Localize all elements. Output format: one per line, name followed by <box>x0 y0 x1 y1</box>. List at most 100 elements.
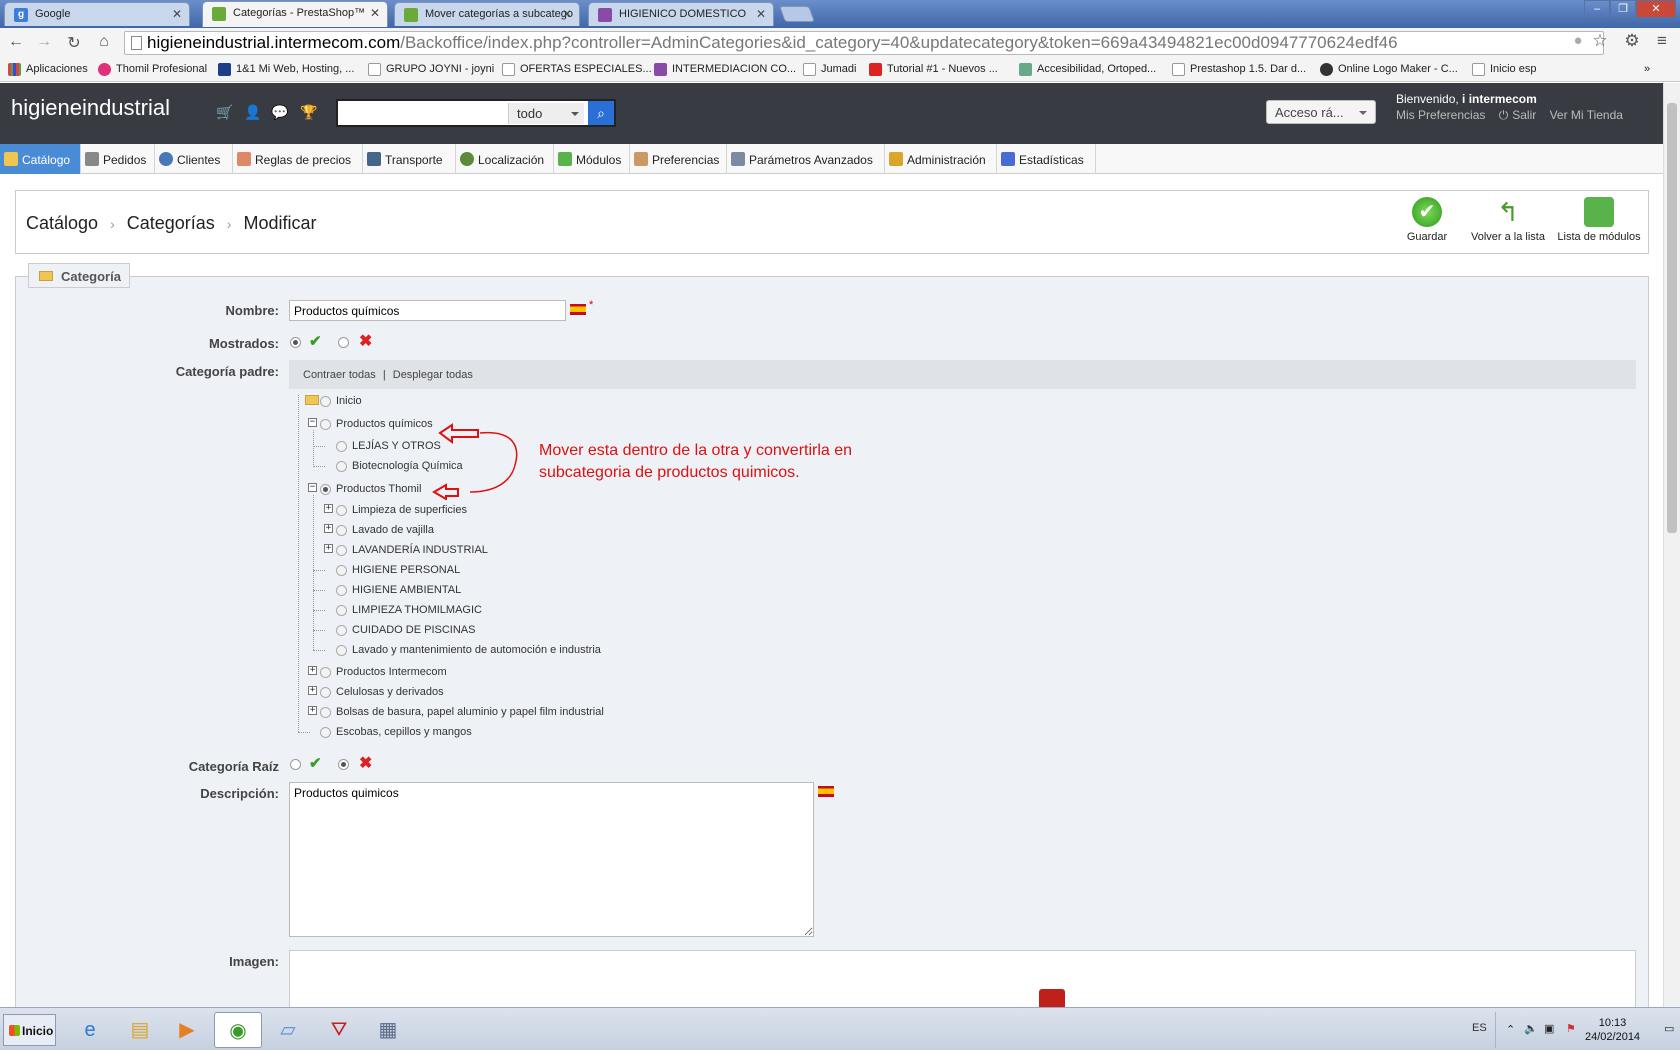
bookmark-item[interactable]: 1&1 Mi Web, Hosting, ... <box>218 63 354 76</box>
close-tab-icon[interactable]: ✕ <box>756 7 766 21</box>
expand-icon[interactable]: + <box>308 706 317 715</box>
displayed-no-radio[interactable] <box>338 337 349 348</box>
tree-radio[interactable] <box>336 525 347 536</box>
tree-radio[interactable] <box>320 667 331 678</box>
expand-all-link[interactable]: Desplegar todas <box>393 369 473 381</box>
action-center-icon[interactable]: ⚑ <box>1566 1022 1576 1035</box>
bookmark-item[interactable]: INTERMEDIACION CO... <box>654 63 796 76</box>
bookmark-item[interactable]: Accesibilidad, Ortoped... <box>1019 63 1156 76</box>
bookmark-item[interactable]: Prestashop 1.5. Dar d... <box>1172 63 1306 76</box>
menu-pedidos[interactable]: Pedidos <box>81 144 155 174</box>
view-shop-link[interactable]: Ver Mi Tienda <box>1550 108 1623 122</box>
tree-radio[interactable] <box>320 707 331 718</box>
logout-link[interactable]: Salir <box>1512 108 1536 122</box>
tree-radio[interactable] <box>336 625 347 636</box>
bookmark-item[interactable]: Jumadi <box>803 63 856 76</box>
menu-administracion[interactable]: Administración <box>885 144 997 174</box>
tree-radio[interactable] <box>336 505 347 516</box>
bookmark-item[interactable]: GRUPO JOYNI - joyni <box>368 63 494 76</box>
bookmark-item[interactable]: OFERTAS ESPECIALES... <box>502 63 652 76</box>
close-tab-icon[interactable]: ✕ <box>562 7 572 21</box>
cart-icon[interactable]: 🛒 <box>216 104 233 121</box>
breadcrumb-item[interactable]: Catálogo <box>26 213 98 233</box>
page-scrollbar[interactable] <box>1663 83 1680 1007</box>
tree-node[interactable]: HIGIENE PERSONAL <box>336 564 460 576</box>
show-hidden-icons-icon[interactable]: ⌃ <box>1506 1023 1515 1036</box>
extension-icon[interactable]: ● <box>1568 32 1588 49</box>
start-button[interactable]: Inicio <box>3 1014 56 1046</box>
tree-radio[interactable] <box>336 565 347 576</box>
minimize-button[interactable]: – <box>1584 0 1610 18</box>
bookmark-item[interactable]: Tutorial #1 - Nuevos ... <box>869 63 998 76</box>
description-textarea[interactable]: Productos quimicos <box>289 782 814 937</box>
displayed-yes-radio[interactable] <box>290 337 301 348</box>
name-input[interactable] <box>289 300 566 321</box>
collapse-all-link[interactable]: Contraer todas <box>303 369 376 381</box>
menu-transporte[interactable]: Transporte <box>363 144 456 174</box>
root-no-radio[interactable] <box>338 759 349 770</box>
back-to-list-button[interactable]: ↰ Volver a la lista <box>1465 197 1551 243</box>
tree-node[interactable]: Productos químicos <box>320 418 433 430</box>
calculator-icon[interactable]: ▦ <box>364 1012 412 1048</box>
internet-explorer-icon[interactable]: e <box>66 1012 114 1048</box>
root-yes-radio[interactable] <box>290 759 301 770</box>
bookmark-item[interactable]: Online Logo Maker - C... <box>1320 63 1458 76</box>
tree-node[interactable]: Inicio <box>320 395 362 407</box>
tab-higienico[interactable]: HIGIENICO DOMESTICO ✕ <box>588 2 774 26</box>
tree-radio[interactable] <box>336 441 347 452</box>
volume-icon[interactable]: 🔈 <box>1524 1022 1538 1035</box>
file-explorer-icon[interactable]: ▤ <box>116 1012 164 1048</box>
close-window-button[interactable]: ✕ <box>1636 0 1676 18</box>
tree-radio-selected[interactable] <box>320 484 331 495</box>
tree-node[interactable]: Bolsas de basura, papel aluminio y papel… <box>320 706 604 718</box>
reload-icon[interactable]: ↻ <box>64 33 84 53</box>
save-button[interactable]: ✔ Guardar <box>1397 197 1457 243</box>
bookmark-item[interactable]: Thomil Profesional <box>98 63 207 76</box>
bookmarks-overflow[interactable]: » <box>1644 63 1650 75</box>
shop-name[interactable]: higieneindustrial <box>11 95 170 121</box>
menu-modulos[interactable]: Módulos <box>554 144 630 174</box>
tree-node[interactable]: Celulosas y derivados <box>320 686 444 698</box>
expand-icon[interactable]: + <box>308 686 317 695</box>
menu-clientes[interactable]: Clientes <box>155 144 233 174</box>
maximize-button[interactable]: ❐ <box>1610 0 1636 18</box>
spain-flag-icon[interactable] <box>570 304 586 315</box>
menu-localizacion[interactable]: Localización <box>456 144 554 174</box>
tree-radio[interactable] <box>336 605 347 616</box>
tree-node[interactable]: Productos Intermecom <box>320 666 447 678</box>
bookmark-apps[interactable]: Aplicaciones <box>8 63 88 76</box>
back-arrow-icon[interactable]: ← <box>6 33 26 51</box>
customers-icon[interactable]: 👤 <box>244 104 261 121</box>
tab-mover-categorias[interactable]: Mover categorías a subcatego ✕ <box>394 2 580 26</box>
messages-icon[interactable]: 💬 <box>271 104 288 121</box>
tree-radio[interactable] <box>320 396 331 407</box>
media-player-icon[interactable]: ▶ <box>163 1012 211 1048</box>
menu-preferencias[interactable]: Preferencias <box>630 144 727 174</box>
close-tab-icon[interactable]: ✕ <box>370 6 380 20</box>
search-icon[interactable]: ⌕ <box>588 101 614 125</box>
expand-icon[interactable]: + <box>324 524 333 533</box>
breadcrumb-item[interactable]: Categorías <box>127 213 215 233</box>
network-icon[interactable]: ▣ <box>1544 1022 1554 1035</box>
tree-node[interactable]: LAVANDERÍA INDUSTRIAL <box>336 544 488 556</box>
tree-node[interactable]: CUIDADO DE PISCINAS <box>336 624 475 636</box>
forward-arrow-icon[interactable]: → <box>34 33 54 51</box>
collapse-icon[interactable]: − <box>308 418 317 427</box>
trophy-icon[interactable]: 🏆 <box>300 104 317 121</box>
modules-list-button[interactable]: Lista de módulos <box>1554 197 1644 243</box>
bookmark-star-icon[interactable]: ☆ <box>1590 31 1610 51</box>
expand-icon[interactable]: + <box>324 544 333 553</box>
menu-icon[interactable]: ≡ <box>1652 31 1672 51</box>
my-preferences-link[interactable]: Mis Preferencias <box>1396 108 1485 122</box>
language-indicator[interactable]: ES <box>1472 1022 1487 1034</box>
notepad-icon[interactable]: ▱ <box>264 1012 312 1048</box>
tree-radio[interactable] <box>336 461 347 472</box>
show-desktop-icon[interactable]: ▭ <box>1664 1022 1674 1035</box>
tree-radio[interactable] <box>336 545 347 556</box>
scrollbar-thumb[interactable] <box>1667 103 1677 533</box>
close-tab-icon[interactable]: ✕ <box>172 7 182 21</box>
quick-access-select[interactable]: Acceso rá... <box>1266 100 1376 124</box>
new-tab-button[interactable] <box>779 6 815 22</box>
tree-node[interactable]: Limpieza de superficies <box>336 504 467 516</box>
tree-node[interactable]: Lavado de vajilla <box>336 524 434 536</box>
